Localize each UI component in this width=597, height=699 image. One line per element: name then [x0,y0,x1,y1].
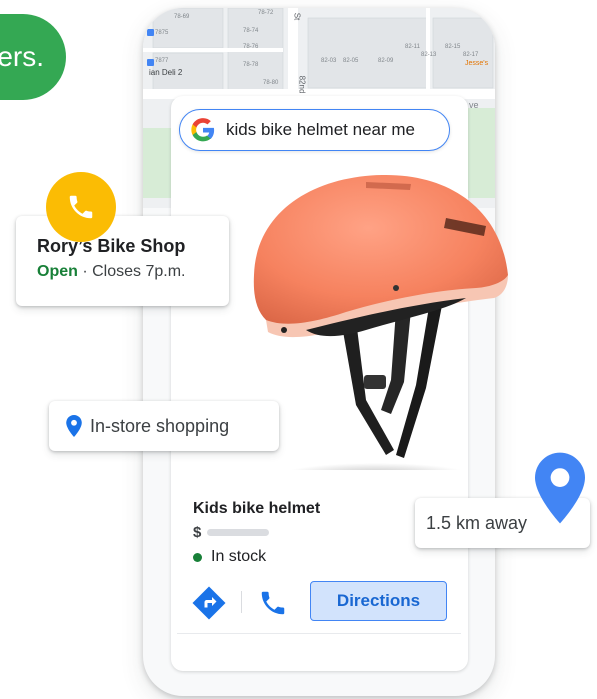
google-logo-icon [191,118,215,142]
price-placeholder-bar [207,529,270,536]
product-name: Kids bike helmet [193,500,321,517]
instore-callout[interactable]: In-store shopping [49,401,279,451]
map-label: 78-78 [243,62,259,68]
street-name: 82nd [297,75,307,94]
helmet-image [253,175,508,470]
phone-badge[interactable] [46,172,116,242]
map-label: 78-80 [263,80,279,86]
map-label: 82-13 [421,52,437,58]
phone-icon [69,195,93,219]
promo-pill-text: ers. [0,41,44,72]
open-status: Open [37,263,78,280]
store-callout[interactable]: Rory’s Bike Shop Open · Closes 7p.m. [16,216,229,306]
map-label: 7875 [155,30,169,36]
map-label: ve [469,100,479,110]
stock-dot [193,552,202,562]
search-bar[interactable]: kids bike helmet near me [179,109,450,151]
directions-button[interactable]: Directions [310,581,447,621]
stock-label: In stock [211,548,267,565]
search-query: kids bike helmet near me [226,120,415,139]
map-label: 82-17 [463,52,479,58]
distance-label: 1.5 km away [426,512,528,533]
map-label: 82-05 [343,58,359,64]
map-label: 82-15 [445,44,461,50]
instore-label: In-store shopping [90,415,230,436]
promo-pill: ers. [0,14,66,100]
map-business-label: Jesse's [465,60,489,67]
price-currency: $ [193,524,202,541]
call-icon[interactable] [258,588,288,618]
map-business-label: ian Deli 2 [149,68,183,77]
map-label: 7877 [155,58,169,64]
card-divider [177,633,461,634]
map-label: 78-69 [174,14,190,20]
stock-status: In stock [193,548,266,566]
street-name: St [292,12,302,21]
store-name: Rory’s Bike Shop [37,236,186,256]
location-pin-icon [66,415,82,437]
map-label: 82-03 [321,58,337,64]
map-label: 78-72 [258,10,274,16]
action-divider [241,591,242,613]
map-label: 78-76 [243,44,259,50]
closing-time: Closes 7p.m. [92,263,186,280]
map-label: 82-09 [378,58,394,64]
product-price: $ [193,524,270,541]
hours-separator: · [77,263,93,280]
location-pin-icon [535,452,585,524]
store-hours: Open · Closes 7p.m. [37,263,229,281]
directions-icon[interactable] [191,585,227,621]
map-label: 82-11 [405,44,420,50]
map-label: 78-74 [243,28,259,34]
